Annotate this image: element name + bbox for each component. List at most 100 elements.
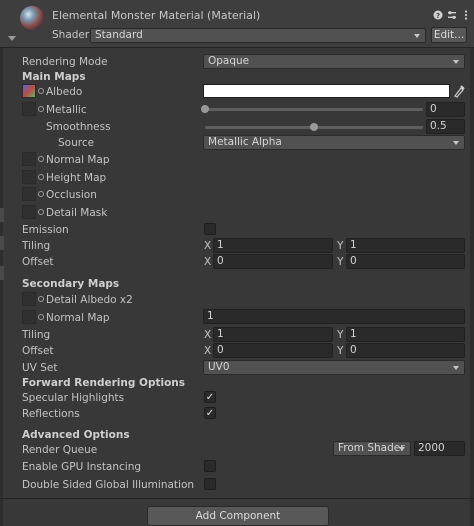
render-queue-mode-dropdown[interactable]: From Shader (333, 441, 411, 456)
forward-rendering-heading: Forward Rendering Options (22, 377, 186, 389)
help-icon[interactable]: ? (433, 10, 443, 20)
normal-map-texture-slot[interactable] (22, 152, 36, 166)
detail-mask-texture-slot[interactable] (22, 205, 36, 219)
secondary-normal-map-label: Normal Map (46, 312, 110, 324)
offset-label: Offset (22, 256, 54, 268)
main-maps-heading: Main Maps (22, 71, 86, 83)
detail-albedo-label: Detail Albedo x2 (46, 294, 133, 306)
metallic-value-field[interactable]: 0 (426, 102, 465, 117)
metallic-picker-dot-icon[interactable] (38, 106, 44, 112)
svg-text:?: ? (436, 12, 440, 20)
height-map-texture-slot[interactable] (22, 170, 36, 184)
tiling-label: Tiling (22, 240, 51, 252)
uv-set-dropdown[interactable]: UV0 (203, 360, 465, 375)
rendering-mode-label: Rendering Mode (22, 56, 108, 68)
emission-checkbox[interactable] (204, 223, 216, 235)
rendering-mode-value: Opaque (208, 55, 250, 67)
offset-y-label: Y (337, 256, 344, 268)
left-edge-tab (0, 208, 4, 222)
preset-icon[interactable] (447, 10, 457, 20)
detail-mask-label: Detail Mask (46, 207, 108, 219)
secondary-offset-y-label: Y (337, 345, 344, 357)
offset-y-field[interactable]: 0 (346, 254, 465, 269)
add-component-button[interactable]: Add Component (147, 506, 329, 526)
albedo-picker-dot-icon[interactable] (38, 88, 44, 94)
height-map-picker-dot-icon[interactable] (38, 174, 44, 180)
tiling-x-label: X (204, 240, 212, 252)
left-edge-strip (0, 48, 3, 526)
smoothness-label: Smoothness (46, 121, 111, 133)
secondary-tiling-x-label: X (204, 329, 212, 341)
albedo-label: Albedo (46, 86, 83, 98)
detail-mask-picker-dot-icon[interactable] (38, 209, 44, 215)
height-map-label: Height Map (46, 172, 107, 184)
chevron-down-icon (453, 60, 459, 64)
secondary-tiling-label: Tiling (22, 329, 51, 341)
specular-highlights-checkbox[interactable]: ✓ (204, 391, 216, 403)
metallic-slider-track[interactable] (205, 108, 423, 111)
metallic-texture-slot[interactable] (22, 102, 36, 116)
secondary-tiling-y-field[interactable]: 1 (346, 327, 465, 342)
chevron-down-icon (399, 447, 405, 451)
shader-label: Shader (52, 29, 90, 41)
secondary-offset-label: Offset (22, 345, 54, 357)
chevron-down-icon (414, 34, 420, 38)
tiling-y-field[interactable]: 1 (346, 238, 465, 253)
occlusion-label: Occlusion (46, 189, 97, 201)
collapse-arrow-icon[interactable] (8, 36, 16, 41)
detail-albedo-texture-slot[interactable] (22, 292, 36, 306)
rendering-mode-dropdown[interactable]: Opaque (203, 54, 465, 69)
specular-highlights-label: Specular Highlights (22, 392, 125, 404)
render-queue-mode-value: From Shader (338, 442, 405, 454)
edit-shader-button[interactable]: Edit... (431, 27, 467, 43)
occlusion-picker-dot-icon[interactable] (38, 191, 44, 197)
uv-set-label: UV Set (22, 362, 58, 374)
reflections-checkbox[interactable]: ✓ (204, 407, 216, 419)
metallic-label: Metallic (46, 104, 87, 116)
source-label: Source (58, 137, 95, 149)
shader-value: Standard (95, 29, 143, 41)
detail-albedo-picker-dot-icon[interactable] (38, 296, 44, 302)
chevron-down-icon (453, 141, 459, 145)
gpu-instancing-checkbox[interactable] (204, 460, 216, 472)
normal-map-label: Normal Map (46, 154, 110, 166)
offset-x-label: X (204, 256, 212, 268)
render-queue-value-field[interactable]: 2000 (414, 441, 465, 456)
smoothness-value-field[interactable]: 0.5 (426, 119, 465, 134)
more-icon[interactable] (461, 10, 471, 20)
reflections-label: Reflections (22, 408, 80, 420)
material-title: Elemental Monster Material (Material) (52, 9, 261, 22)
smoothness-slider-thumb[interactable] (310, 123, 318, 131)
emission-label: Emission (22, 224, 69, 236)
advanced-options-heading: Advanced Options (22, 429, 130, 441)
chevron-down-icon (453, 366, 459, 370)
metallic-slider-thumb[interactable] (201, 105, 209, 113)
secondary-offset-x-label: X (204, 345, 212, 357)
secondary-normal-map-scale-field[interactable]: 1 (203, 309, 465, 324)
secondary-maps-heading: Secondary Maps (22, 278, 120, 290)
source-dropdown[interactable]: Metallic Alpha (203, 135, 465, 150)
tiling-x-field[interactable]: 1 (213, 238, 333, 253)
tiling-y-label: Y (337, 240, 344, 252)
left-edge-tab (0, 236, 4, 250)
offset-x-field[interactable]: 0 (213, 254, 333, 269)
double-sided-gi-checkbox[interactable] (204, 478, 216, 490)
secondary-tiling-y-label: Y (337, 329, 344, 341)
component-separator (0, 498, 474, 499)
eyedropper-icon[interactable] (453, 84, 465, 98)
uv-set-value: UV0 (208, 361, 230, 373)
albedo-texture-slot[interactable] (22, 84, 36, 98)
secondary-offset-x-field[interactable]: 0 (213, 343, 333, 358)
secondary-normal-map-texture-slot[interactable] (22, 310, 36, 324)
secondary-tiling-x-field[interactable]: 1 (213, 327, 333, 342)
double-sided-gi-label: Double Sided Global Illumination (22, 479, 195, 491)
right-edge-strip (470, 48, 474, 526)
source-value: Metallic Alpha (208, 136, 282, 148)
secondary-offset-y-field[interactable]: 0 (346, 343, 465, 358)
shader-dropdown[interactable]: Standard (90, 28, 426, 43)
secondary-normal-map-picker-dot-icon[interactable] (38, 314, 44, 320)
material-preview-icon (20, 6, 44, 30)
normal-map-picker-dot-icon[interactable] (38, 156, 44, 162)
albedo-color-field[interactable] (203, 84, 450, 98)
occlusion-texture-slot[interactable] (22, 187, 36, 201)
